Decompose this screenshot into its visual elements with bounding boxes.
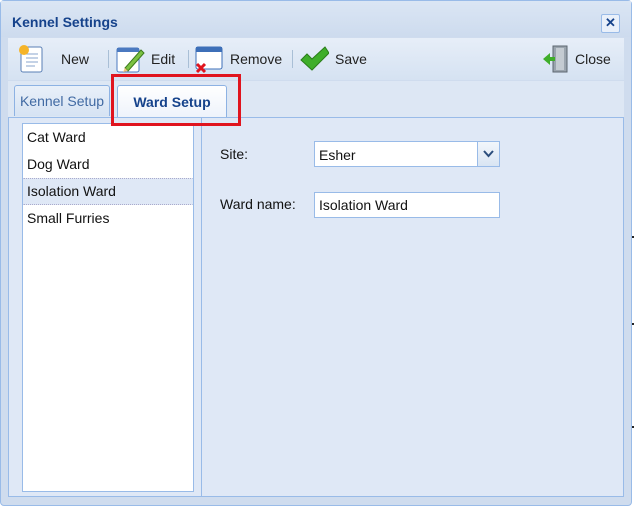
edit-button[interactable]: Edit [115,43,175,75]
tab-label: Ward Setup [133,93,211,110]
site-label: Site: [220,146,249,162]
new-button[interactable]: New [17,43,89,75]
edit-label: Edit [151,51,176,67]
list-item[interactable]: Small Furries [23,205,193,232]
ward-setup-panel: Cat Ward Dog Ward Isolation Ward Small F… [8,118,624,497]
close-button[interactable]: Close [541,43,611,75]
window-title: Kennel Settings [12,14,118,30]
edit-pencil-icon [115,44,145,74]
title-bar[interactable]: Kennel Settings ✕ [1,1,631,37]
tab-label: Kennel Setup [19,93,105,109]
ward-name-label: Ward name: [220,196,296,212]
site-value: Esher [319,147,356,163]
remove-label: Remove [230,51,283,67]
toolbar-separator [108,50,109,68]
close-icon[interactable]: ✕ [601,14,620,33]
exit-door-icon [541,44,571,74]
remove-icon [194,44,224,74]
panel-divider[interactable] [201,118,202,496]
list-item-selected[interactable]: Isolation Ward [23,178,193,205]
save-checkmark-icon [299,44,330,74]
toolbar-separator [188,50,189,68]
remove-button[interactable]: Remove [194,43,282,75]
list-item[interactable]: Dog Ward [23,151,193,178]
kennel-settings-window: Kennel Settings ✕ New Edit Remove Save C… [0,0,632,506]
new-document-icon [17,44,47,74]
close-label: Close [575,51,611,67]
ward-list[interactable]: Cat Ward Dog Ward Isolation Ward Small F… [22,123,194,492]
site-combobox[interactable]: Esher [314,141,500,167]
ward-name-field[interactable] [314,192,500,218]
tab-strip: Kennel Setup Ward Setup [8,81,624,118]
tab-ward-setup[interactable]: Ward Setup [117,85,227,117]
save-button[interactable]: Save [299,43,367,75]
tab-kennel-setup[interactable]: Kennel Setup [14,85,110,116]
chevron-down-icon[interactable] [477,142,499,166]
list-item[interactable]: Cat Ward [23,124,193,151]
new-label: New [61,51,90,67]
toolbar: New Edit Remove Save Close [8,38,624,80]
save-label: Save [335,51,367,67]
toolbar-separator [292,50,293,68]
